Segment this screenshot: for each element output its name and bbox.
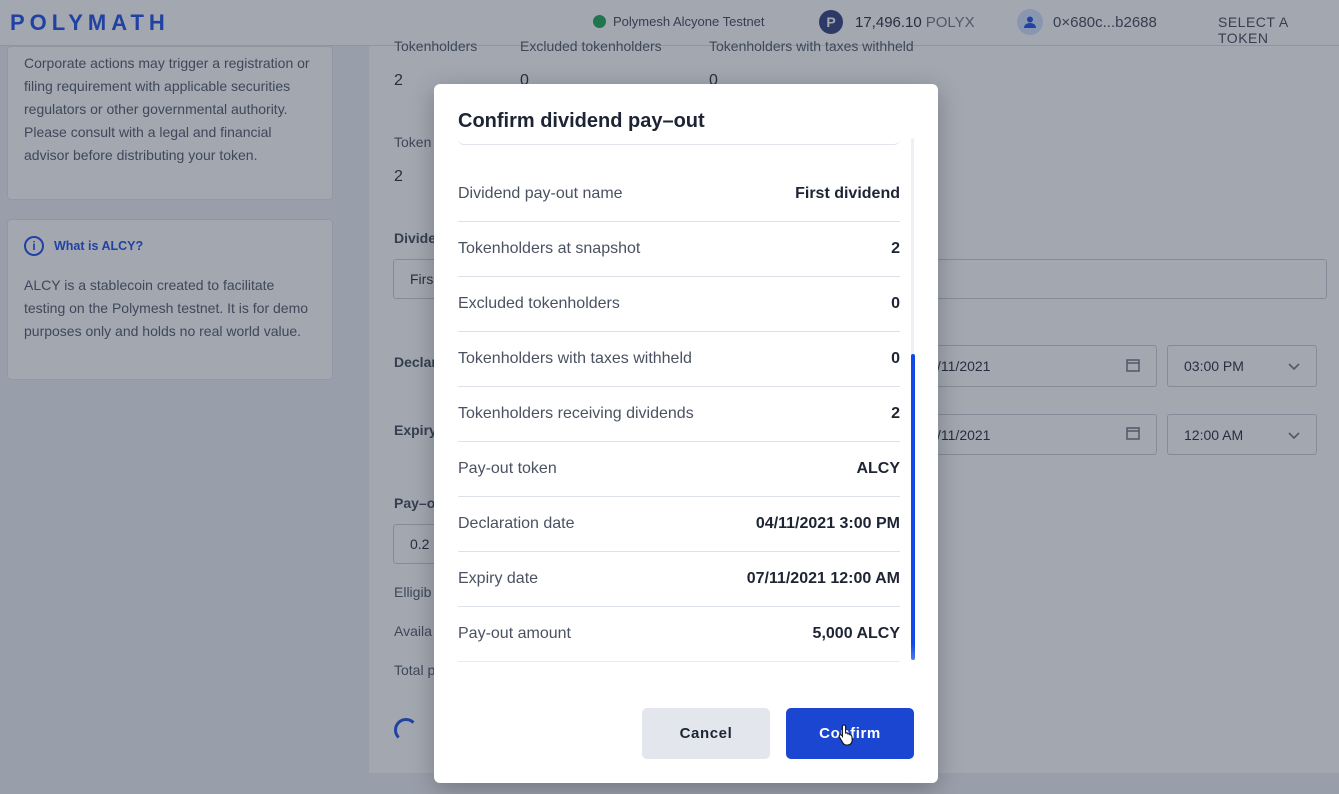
summary-value: 2 (891, 405, 900, 422)
summary-label: Tokenholders with taxes withheld (458, 350, 692, 367)
summary-value: 0 (891, 350, 900, 367)
summary-label: Dividend pay-out name (458, 185, 623, 202)
summary-row: Pay-out token ALCY (458, 442, 900, 497)
summary-value: First dividend (795, 185, 900, 202)
modal-scroll-area[interactable]: Dividend pay-out name First dividend Tok… (458, 138, 900, 718)
cancel-button[interactable]: Cancel (642, 708, 770, 759)
summary-row: Declaration date 04/11/2021 3:00 PM (458, 497, 900, 552)
summary-value: 0 (891, 295, 900, 312)
modal-scrollbar-thumb[interactable] (911, 354, 915, 660)
summary-row: Excluded tokenholders 0 (458, 277, 900, 332)
summary-label: Declaration date (458, 515, 575, 532)
summary-row: Tokenholders receiving dividends 2 (458, 387, 900, 442)
summary-label: Pay-out amount (458, 625, 571, 642)
summary-label: Pay-out token (458, 460, 557, 477)
summary-value: ALCY (856, 460, 900, 477)
summary-value: 07/11/2021 12:00 AM (746, 570, 900, 587)
summary-label: Tokenholders at snapshot (458, 240, 641, 257)
summary-value: 2 (891, 240, 900, 257)
scroll-fade (434, 644, 938, 704)
summary-row: Tokenholders at snapshot 2 (458, 222, 900, 277)
summary-label: Expiry date (458, 570, 539, 587)
summary-row: Tokenholders with taxes withheld 0 (458, 332, 900, 387)
summary-label: Tokenholders receiving dividends (458, 405, 694, 422)
summary-value: 04/11/2021 3:00 PM (755, 515, 900, 532)
summary-row: Dividend pay-out name First dividend (458, 167, 900, 222)
confirm-dividend-modal: Confirm dividend pay–out Dividend pay-ou… (434, 84, 938, 783)
summary-row: Expiry date 07/11/2021 12:00 AM (458, 552, 900, 607)
summary-value: 5,000 ALCY (812, 625, 900, 642)
hand-cursor-icon (838, 724, 856, 746)
divider (458, 138, 900, 145)
modal-title: Confirm dividend pay–out (458, 110, 705, 132)
summary-label: Excluded tokenholders (458, 295, 620, 312)
